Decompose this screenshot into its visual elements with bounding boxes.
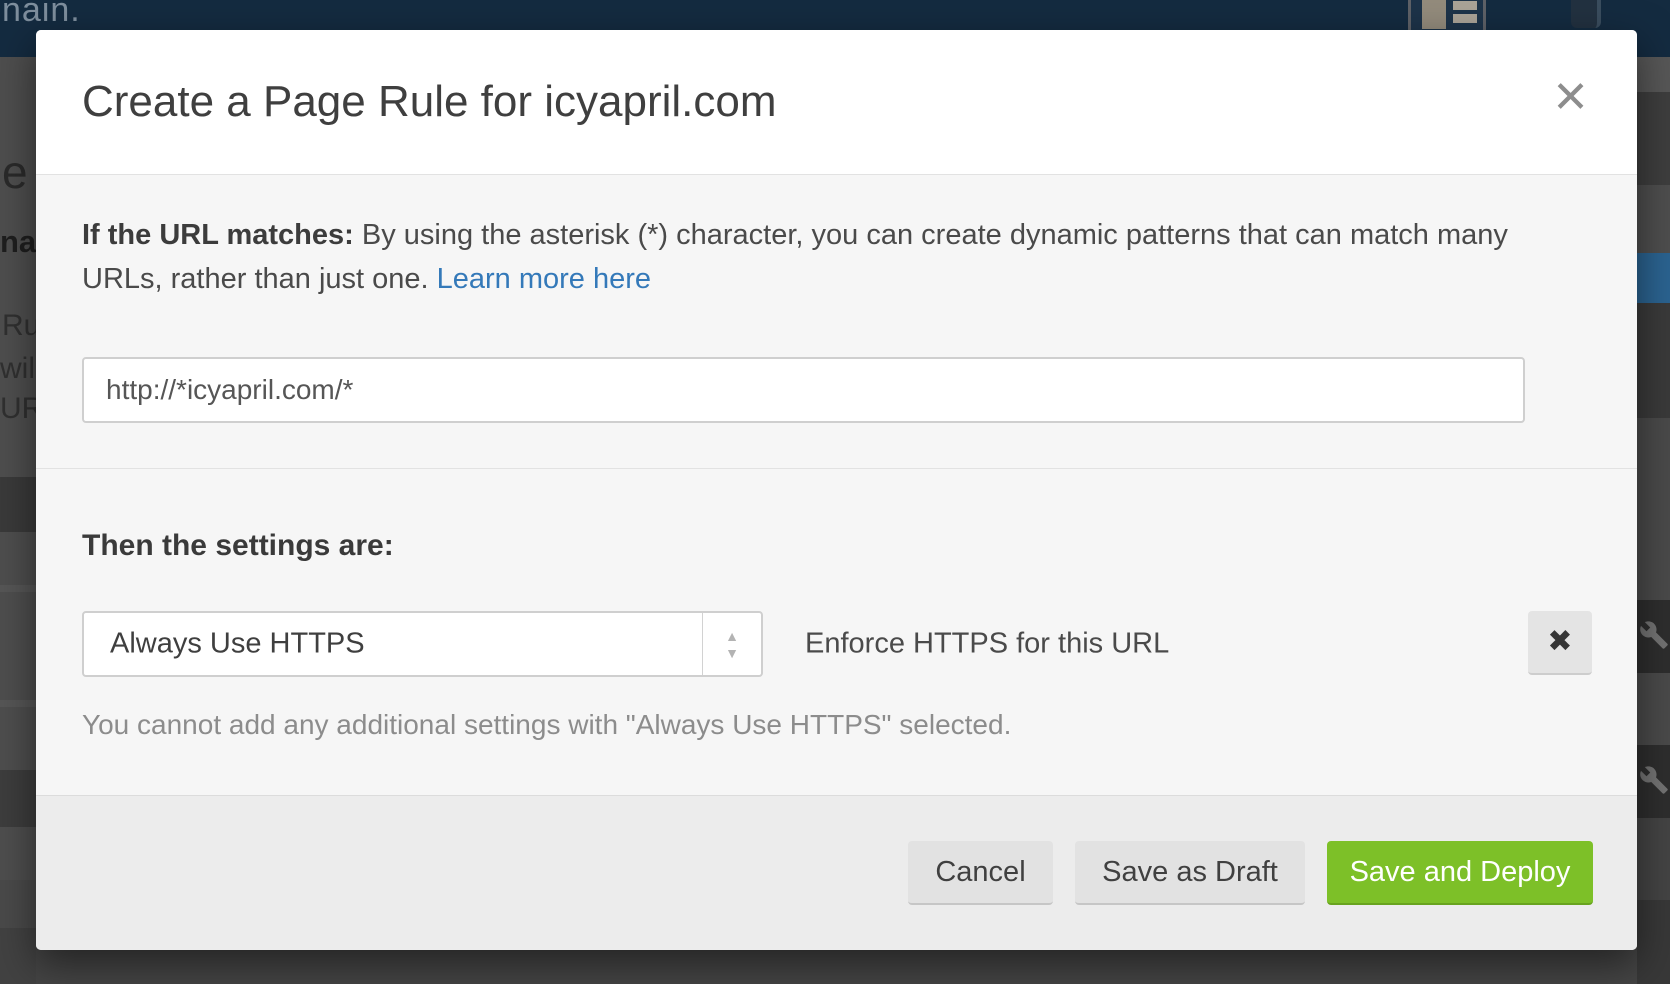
background-row-divider bbox=[0, 585, 36, 592]
background-band bbox=[1637, 818, 1670, 900]
wrench-icon bbox=[1639, 620, 1669, 650]
remove-setting-button[interactable]: ✖ bbox=[1528, 611, 1592, 675]
save-and-deploy-button[interactable]: Save and Deploy bbox=[1327, 841, 1593, 905]
modal-footer: Cancel Save as Draft Save and Deploy bbox=[36, 795, 1637, 950]
modal-header: Create a Page Rule for icyapril.com ✕ bbox=[36, 30, 1637, 175]
remove-icon: ✖ bbox=[1547, 625, 1572, 658]
background-page-left-edge: e nav Ru will UR bbox=[0, 57, 36, 984]
url-match-description: If the URL matches: By using the asteris… bbox=[36, 175, 1637, 301]
background-navbar-text: nain. bbox=[2, 0, 81, 30]
url-match-section: If the URL matches: By using the asteris… bbox=[36, 175, 1637, 469]
save-as-draft-button[interactable]: Save as Draft bbox=[1075, 841, 1305, 905]
background-text-fragment: will bbox=[0, 352, 36, 386]
cancel-button[interactable]: Cancel bbox=[908, 841, 1053, 905]
background-band bbox=[1637, 673, 1670, 745]
background-band bbox=[1637, 57, 1670, 92]
setting-row: Always Use HTTPS ▲ ▼ Enforce HTTPS for t… bbox=[36, 611, 1637, 677]
layout-icon-bar bbox=[1453, 14, 1477, 23]
background-band bbox=[1637, 418, 1670, 600]
background-table-header bbox=[0, 477, 36, 532]
background-text-fragment: Ru bbox=[2, 309, 36, 343]
background-text-fragment: nav bbox=[0, 224, 36, 260]
background-text-fragment: e bbox=[2, 145, 28, 199]
background-band bbox=[1637, 303, 1670, 418]
url-match-label: If the URL matches: bbox=[82, 219, 354, 251]
settings-heading: Then the settings are: bbox=[82, 529, 394, 563]
url-pattern-input[interactable] bbox=[82, 357, 1525, 423]
settings-section: Then the settings are: Always Use HTTPS … bbox=[36, 469, 1637, 795]
close-icon[interactable]: ✕ bbox=[1552, 76, 1589, 120]
toolbar-icon bbox=[1571, 0, 1601, 28]
create-page-rule-modal: Create a Page Rule for icyapril.com ✕ If… bbox=[36, 30, 1637, 950]
learn-more-link[interactable]: Learn more here bbox=[437, 263, 651, 295]
background-band bbox=[1637, 185, 1670, 253]
background-blue-button-edge bbox=[1637, 253, 1670, 303]
modal-title: Create a Page Rule for icyapril.com bbox=[82, 77, 777, 127]
background-row bbox=[0, 928, 36, 984]
setting-note: You cannot add any additional settings w… bbox=[82, 709, 1011, 741]
setting-select[interactable]: Always Use HTTPS ▲ ▼ bbox=[82, 611, 763, 677]
background-band bbox=[0, 880, 36, 928]
layout-icon-bar bbox=[1453, 1, 1477, 10]
spinner-up-icon: ▲ bbox=[725, 629, 739, 643]
select-spinner[interactable]: ▲ ▼ bbox=[702, 613, 761, 675]
setting-description: Enforce HTTPS for this URL bbox=[805, 628, 1169, 661]
background-row bbox=[0, 770, 36, 827]
background-page-right-edge bbox=[1637, 57, 1670, 984]
spinner-down-icon: ▼ bbox=[725, 646, 739, 660]
background-row-divider bbox=[0, 700, 36, 707]
setting-select-value: Always Use HTTPS bbox=[110, 628, 365, 661]
wrench-icon bbox=[1639, 765, 1669, 795]
background-text-fragment: UR bbox=[0, 392, 36, 426]
background-band bbox=[1637, 900, 1670, 984]
layout-icon-block bbox=[1422, 0, 1446, 29]
